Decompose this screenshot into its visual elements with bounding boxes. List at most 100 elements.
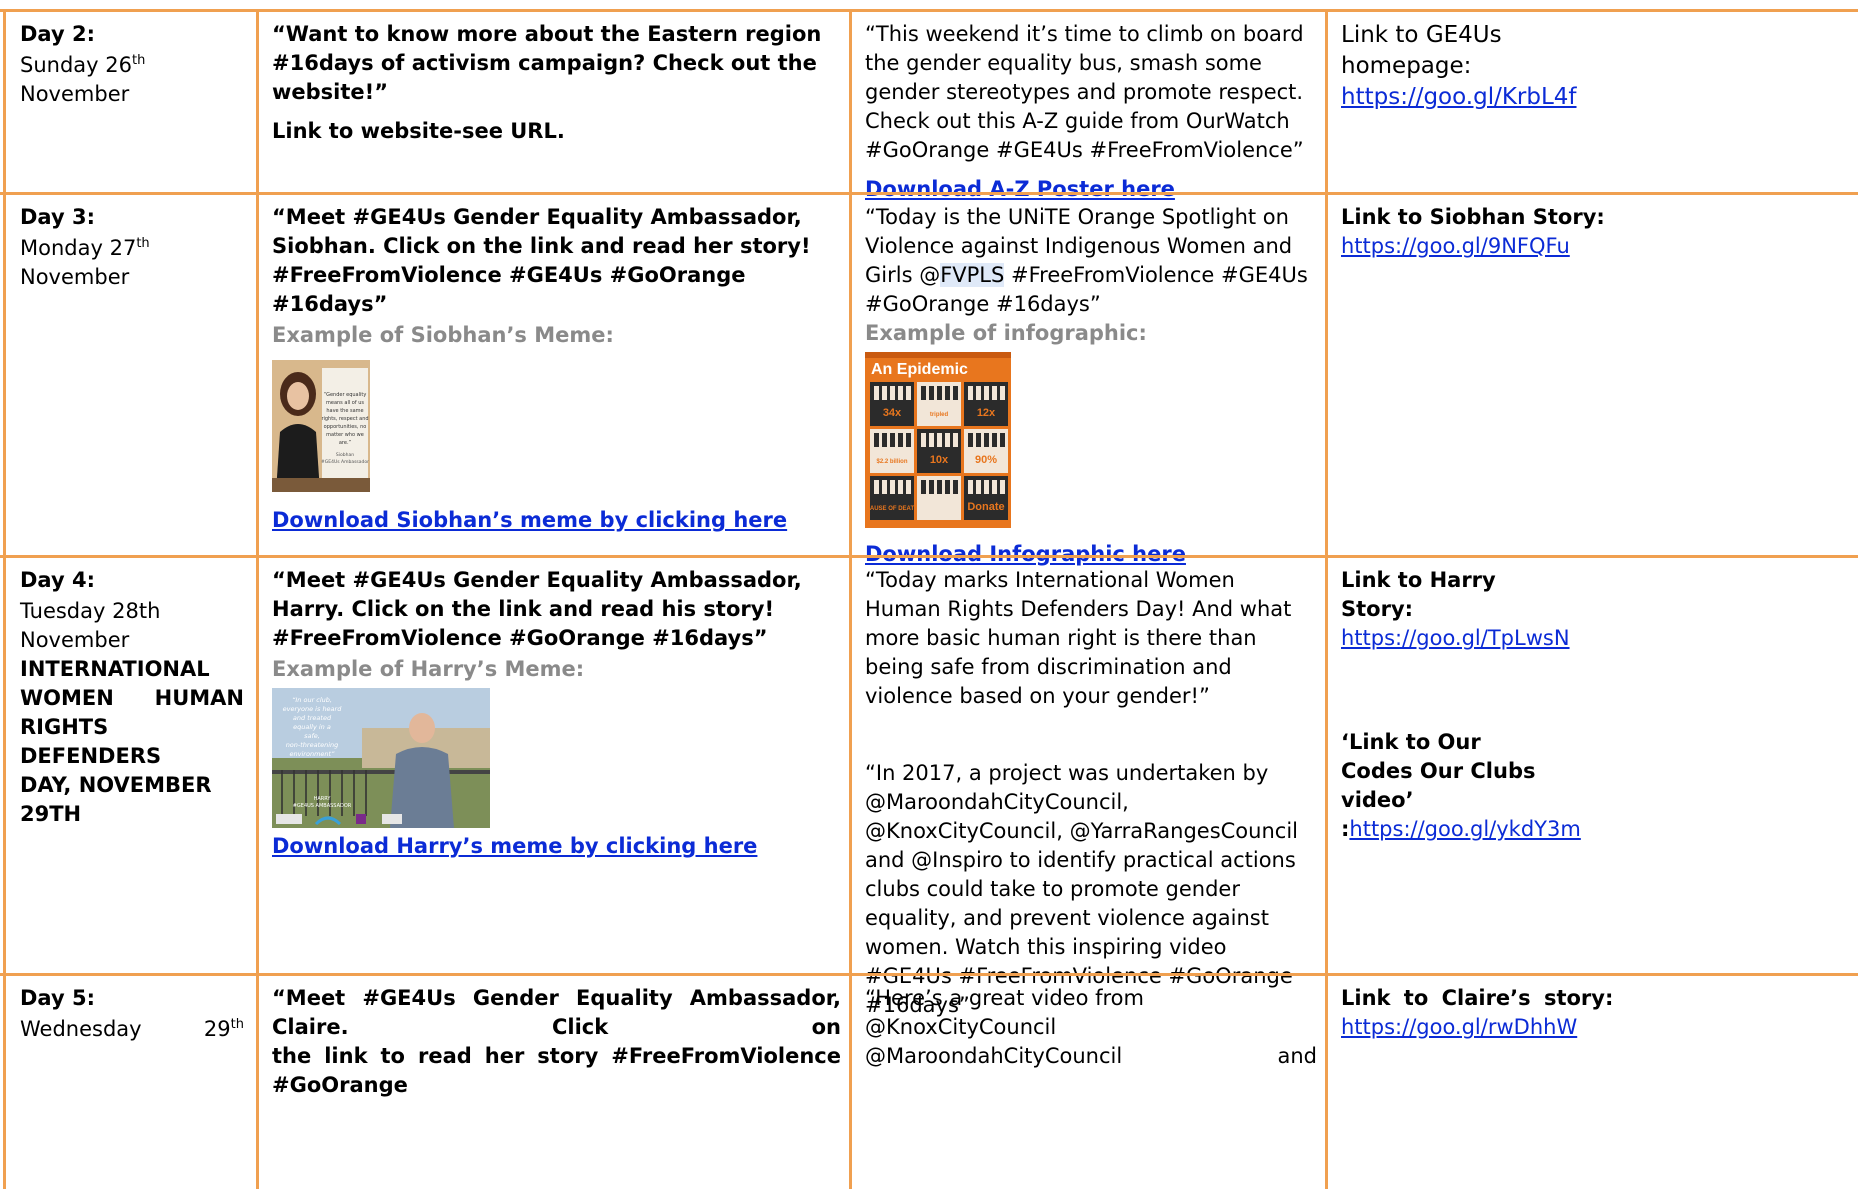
post-text: “Here’s a great video from @KnoxCityCoun… [865,986,1144,1039]
event-line: INTERNATIONAL [20,657,210,681]
infographic-figure-icon [882,480,887,494]
infographic-figure-icon [882,433,887,447]
harry-story-link[interactable]: https://goo.gl/TpLwsN [1341,626,1570,650]
ge4us-homepage-link[interactable]: https://goo.gl/KrbL4f [1341,84,1577,110]
siobhan-story-link[interactable]: https://goo.gl/9NFQFu [1341,234,1570,258]
claire-story-link[interactable]: https://goo.gl/rwDhhW [1341,1015,1577,1039]
infographic-title: An Epidemic [871,361,968,378]
link-label: Link to Claire’s story: [1341,986,1614,1010]
meme-quote-1: “Gender equality [324,392,367,398]
infographic-figure-icon [1000,433,1005,447]
infographic-figure-icon [890,386,895,400]
infographic-figure-icon [1000,386,1005,400]
infographic-figure-icon [921,386,926,400]
infographic-figure-icon [937,386,942,400]
meme-quote-3: and treated [293,714,332,722]
logo-mark [276,814,302,824]
column-divider [1325,9,1328,1189]
column-divider [849,9,852,1189]
table-row: Day 2: Sunday 26th November “Want to kno… [0,12,1858,201]
infographic-figure-icon [968,386,973,400]
download-harry-meme-link[interactable]: Download Harry’s meme by clicking here [272,834,757,858]
link-label: Link to Harry Story: [1341,568,1496,621]
post-cell: “Today marks International Women Human R… [851,558,1327,1017]
table-row: Day 5: Wednesday 29th “Meet #GE4Us Gender… [0,976,1858,1189]
date-label: Sunday 26th November [20,53,146,106]
infographic-figure-icon [953,386,958,400]
meme-quote-1: “In our club, [292,696,332,704]
meme-quote-6: non-threatening [286,741,339,749]
infographic-tile-label: 12x [977,407,996,419]
infographic-tile-label: 34x [883,407,902,419]
download-siobhan-meme-link[interactable]: Download Siobhan’s meme by clicking here [272,508,787,532]
post-text: “Meet #GE4Us Gender Equality Ambassador,… [272,205,811,316]
infographic-figure-icon [1000,480,1005,494]
infographic-figure-icon [874,433,879,447]
row-divider [0,192,1858,195]
day-cell: Day 3: Monday 27th November [0,195,258,555]
day-label: Day 5: [20,986,95,1010]
post-text: “Today is the UNiTE Orange Spotlight on … [865,205,1308,316]
infographic-figure-icon [937,433,942,447]
infographic-tile-label: tripled [930,412,949,418]
date-label: Monday 27th November [20,236,150,289]
row-divider [0,9,1858,12]
infographic-figure-icon [976,433,981,447]
link-label: Link to GE4Us homepage: [1341,22,1502,79]
link-label: Link to Siobhan Story: [1341,205,1605,229]
post-cell: “Today is the UNiTE Orange Spotlight on … [851,195,1327,566]
day-label: Day 4: [20,568,95,592]
event-line: DAY, NOVEMBER 29TH [20,773,212,826]
infographic-figure-icon [929,386,934,400]
meme-quote-4: rights, respect and [321,416,368,422]
meme-quote-5: safe, [304,732,320,740]
post-cell: “This weekend it’s time to climb on boar… [851,12,1327,201]
table-row: Day 4: Tuesday 28th November INTERNATION… [0,558,1858,1017]
post-text: “Meet #GE4Us Gender Equality Ambassador,… [272,568,802,650]
post-text: the link to read her story #FreeFromViol… [272,1044,841,1097]
infographic-figure-icon [921,480,926,494]
infographic-figure-icon [992,433,997,447]
infographic-figure-icon [929,480,934,494]
example-label: Example of Harry’s Meme: [272,657,585,681]
meme-quote-2: means all of us [326,400,364,406]
post-text: “Today marks International Women Human R… [865,568,1292,708]
harry-meme-image: “In our club, everyone is heard and trea… [272,688,490,828]
infographic-figure-icon [953,480,958,494]
post-text: “Meet #GE4Us Gender Equality Ambassador,… [272,986,841,1039]
post-cell: “Here’s a great video from @KnoxCityCoun… [851,976,1327,1189]
our-codes-video-link[interactable]: https://goo.gl/ykdY3m [1349,817,1580,841]
meme-quote-4: equally in a [293,723,331,731]
infographic-figure-icon [992,386,997,400]
meme-quote-7: environment” [290,750,336,758]
post-cell: “Meet #GE4Us Gender Equality Ambassador,… [258,976,851,1189]
link-cell: Link to Claire’s story: https://goo.gl/r… [1327,976,1858,1189]
day-label: Day 2: [20,22,95,46]
column-divider [256,9,259,1189]
example-label: Example of infographic: [865,321,1147,345]
infographic-tile-label: $2.2 billion [876,459,907,465]
infographic-figure-icon [984,433,989,447]
link-cell: Link to GE4Us homepage: https://goo.gl/K… [1327,12,1858,192]
infographic-tile-label: 10x [930,454,949,466]
infographic-image: An Epidemic 34x tripled 12x $2.2 billion 10x… [865,352,1011,528]
infographic-figure-icon [874,386,879,400]
date-label: Wednesday 29th [20,1017,244,1041]
link-cell: Link to Siobhan Story: https://goo.gl/9N… [1327,195,1858,555]
date-label: Tuesday 28th November [20,599,161,652]
meme-quote-5: opportunities, no [324,424,367,430]
example-label: Example of Siobhan’s Meme: [272,323,614,347]
post-cell: “Want to know more about the Eastern reg… [258,12,851,192]
link-cell: Link to Harry Story: https://goo.gl/TpLw… [1327,558,1858,973]
siobhan-meme-image: “Gender equality means all of us have th… [272,360,370,492]
day-label: Day 3: [20,205,95,229]
infographic-figure-icon [898,433,903,447]
meme-sign-1: HARRY [314,796,332,802]
meme-sign-2: #GE4US AMBASSADOR [293,803,352,809]
infographic-figure-icon [953,433,958,447]
infographic-figure-icon [906,480,911,494]
infographic-tile-label: CAUSE OF DEATH [866,506,919,512]
infographic-figure-icon [976,386,981,400]
table-row: Day 3: Monday 27th November “Meet #GE4Us… [0,195,1858,566]
meme-sign-1: Siobhan [336,452,354,458]
